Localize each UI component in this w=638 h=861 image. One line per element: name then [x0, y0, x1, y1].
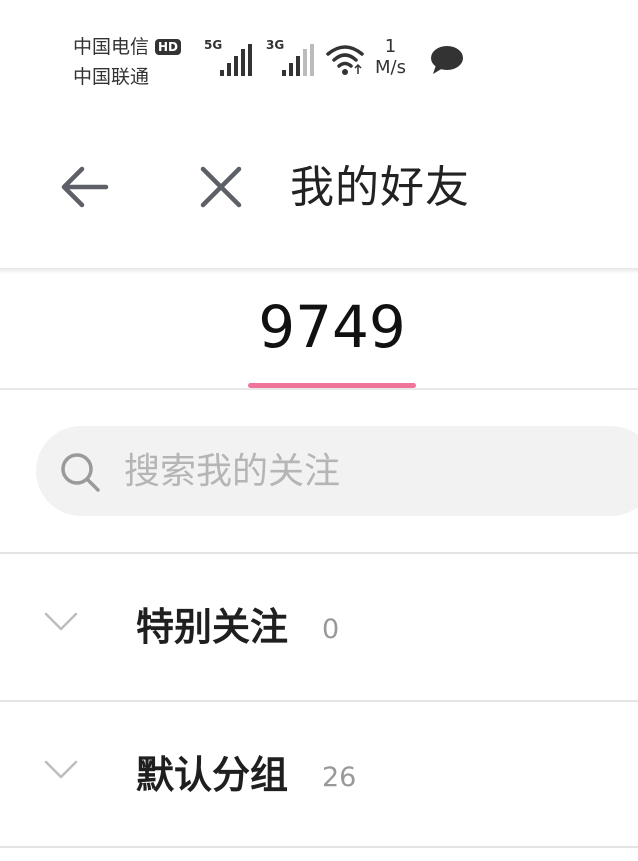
tab-friends-count[interactable]: 9749 [248, 288, 416, 390]
group-count: 26 [322, 762, 357, 793]
close-button[interactable] [196, 162, 246, 212]
carrier-1-label: 中国电信 [73, 36, 150, 58]
chevron-down-icon [44, 612, 78, 631]
group-row-special[interactable]: 特别关注 0 [0, 554, 638, 700]
group-row-default[interactable]: 默认分组 26 [0, 702, 638, 848]
wifi-icon [326, 45, 364, 75]
carrier-row-2: 中国联通 [73, 62, 181, 92]
chevron-down-icon [44, 760, 78, 779]
app-header: 我的好友 [0, 100, 638, 270]
tab-count: 9749 [258, 293, 406, 361]
signal-bars-icon [220, 44, 252, 76]
screen: 中国电信 HD 中国联通 5G 3G 1 M/s 我的好友 9749 搜索我的关… [0, 0, 638, 861]
search-bar[interactable] [36, 426, 638, 516]
group-name: 默认分组 [136, 753, 289, 797]
back-button[interactable] [56, 162, 112, 212]
message-bubble-icon [431, 46, 463, 74]
tab-divider [0, 388, 638, 390]
network-speed: 1 M/s [375, 36, 406, 78]
status-bar: 中国电信 HD 中国联通 5G 3G 1 M/s [0, 0, 638, 100]
carrier-2-label: 中国联通 [73, 66, 150, 88]
group-count: 0 [322, 614, 340, 645]
group-name: 特别关注 [136, 605, 289, 649]
carrier-info: 中国电信 HD 中国联通 [73, 32, 182, 92]
header-shadow [0, 268, 638, 274]
speed-unit: M/s [375, 57, 406, 78]
carrier-row-1: 中国电信 HD [73, 32, 182, 62]
search-icon [61, 453, 100, 492]
signal-bars-icon [282, 44, 314, 76]
speed-value: 1 [384, 36, 397, 57]
row-divider [0, 846, 638, 848]
close-icon [200, 166, 242, 208]
search-input[interactable] [124, 426, 604, 516]
hd-badge: HD [155, 39, 182, 55]
back-arrow-icon [61, 166, 109, 208]
page-title: 我的好友 [290, 162, 470, 213]
